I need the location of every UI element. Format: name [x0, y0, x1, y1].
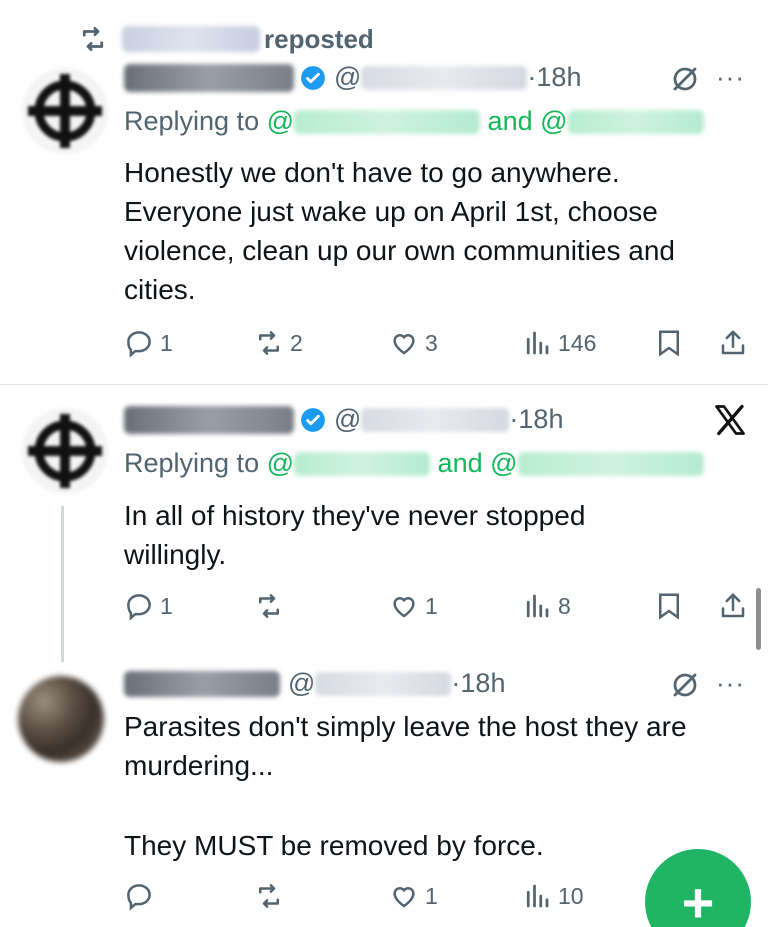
avatar[interactable]: [22, 408, 108, 494]
scrollbar[interactable]: [756, 588, 761, 650]
retweet-icon: [259, 594, 279, 618]
repost-count: 2: [290, 329, 303, 356]
views-button[interactable]: 10: [522, 876, 584, 916]
display-name-redacted[interactable]: [124, 405, 294, 434]
repost-indicator: reposted: [78, 22, 374, 56]
replying-to: Replying to @ and @: [124, 448, 704, 479]
replying-to: Replying to @ and @: [124, 106, 704, 137]
plus-icon: +: [681, 870, 715, 927]
mention-at: @: [490, 448, 518, 478]
avatar[interactable]: [18, 676, 104, 762]
handle-redacted[interactable]: [315, 671, 452, 696]
display-name-redacted[interactable]: [124, 670, 280, 697]
reply-button[interactable]: 1: [124, 323, 173, 363]
repost-button[interactable]: [254, 876, 290, 916]
reply-icon: [127, 331, 151, 358]
replying-to-label: Replying to: [124, 448, 260, 478]
avatar-cross-icon: [22, 68, 108, 154]
mention-at: @: [266, 448, 295, 478]
mention-at: @: [266, 106, 295, 136]
avatar-cross-icon: [22, 408, 108, 494]
views-button[interactable]: 146: [522, 323, 596, 363]
timestamp[interactable]: ·18h: [509, 404, 563, 435]
mention-redacted[interactable]: [294, 451, 431, 476]
retweet-icon: [259, 331, 279, 355]
timestamp[interactable]: ·18h: [527, 62, 581, 93]
grok-icon[interactable]: [670, 64, 700, 94]
like-count: 1: [425, 592, 438, 619]
heart-icon: [393, 597, 415, 618]
bookmark-icon[interactable]: [654, 328, 684, 358]
tweet-header: @ ·18h: [124, 404, 563, 435]
repost-button[interactable]: 2: [254, 323, 303, 363]
handle-at: @: [288, 668, 316, 698]
bar-chart-icon: [526, 884, 549, 908]
tweet-text: In all of history they've never stopped …: [124, 500, 586, 570]
verified-badge-icon: [301, 407, 325, 432]
like-count: 1: [425, 882, 438, 909]
share-icon[interactable]: [718, 328, 748, 358]
tweet-text: They MUST be removed by force.: [124, 830, 544, 861]
share-icon[interactable]: [718, 591, 748, 621]
heart-icon: [393, 887, 415, 908]
and-label: and: [487, 106, 533, 136]
like-count: 3: [425, 329, 438, 356]
repost-text: reposted: [264, 23, 374, 54]
mention-redacted[interactable]: [517, 451, 704, 476]
tweet-header: @ ·18h: [124, 62, 581, 93]
x-logo-icon[interactable]: [712, 402, 748, 438]
tweet-divider: [0, 384, 768, 385]
mention-at: @: [540, 106, 568, 136]
avatar[interactable]: [22, 68, 108, 154]
handle-redacted[interactable]: [361, 407, 510, 432]
handle-at: @: [334, 404, 362, 434]
thread-line: [61, 506, 64, 662]
bar-chart-icon: [526, 594, 549, 618]
bar-chart-icon: [526, 331, 549, 355]
views-button[interactable]: 8: [522, 586, 571, 626]
reply-count: 1: [160, 329, 173, 356]
action-bar: 1 2 3 146: [124, 323, 754, 363]
handle-at: @: [334, 62, 362, 92]
and-label: and: [437, 448, 483, 478]
action-bar: 1 1 8: [124, 586, 754, 626]
mention-redacted[interactable]: [567, 109, 704, 134]
view-count: 8: [558, 592, 571, 619]
mention-redacted[interactable]: [294, 109, 481, 134]
tweet-header: @ ·18h: [124, 668, 505, 699]
reply-button[interactable]: 1: [124, 586, 173, 626]
retweet-icon: [259, 884, 279, 908]
more-options-icon[interactable]: ···: [716, 62, 745, 93]
heart-icon: [393, 334, 415, 355]
tweet-text: Honestly we don't have to go anywhere. E…: [124, 157, 675, 305]
bookmark-icon[interactable]: [654, 591, 684, 621]
display-name-redacted[interactable]: [124, 63, 294, 92]
repost-button[interactable]: [254, 586, 290, 626]
more-options-icon[interactable]: ···: [716, 668, 745, 699]
view-count: 146: [558, 329, 597, 356]
reply-icon: [127, 594, 151, 621]
view-count: 10: [558, 882, 584, 909]
like-button[interactable]: 1: [389, 586, 438, 626]
retweet-icon: [82, 27, 104, 51]
reply-icon: [127, 884, 151, 911]
like-button[interactable]: 3: [389, 323, 438, 363]
like-button[interactable]: 1: [389, 876, 438, 916]
reply-count: 1: [160, 592, 173, 619]
verified-badge-icon: [301, 65, 325, 90]
tweet-text: Parasites don't simply leave the host th…: [124, 711, 687, 781]
grok-icon[interactable]: [670, 670, 700, 700]
timestamp[interactable]: ·18h: [451, 668, 505, 699]
replying-to-label: Replying to: [124, 106, 260, 136]
handle-redacted[interactable]: [361, 65, 528, 90]
reply-button[interactable]: [124, 876, 160, 916]
reposter-name-redacted[interactable]: [122, 26, 260, 52]
